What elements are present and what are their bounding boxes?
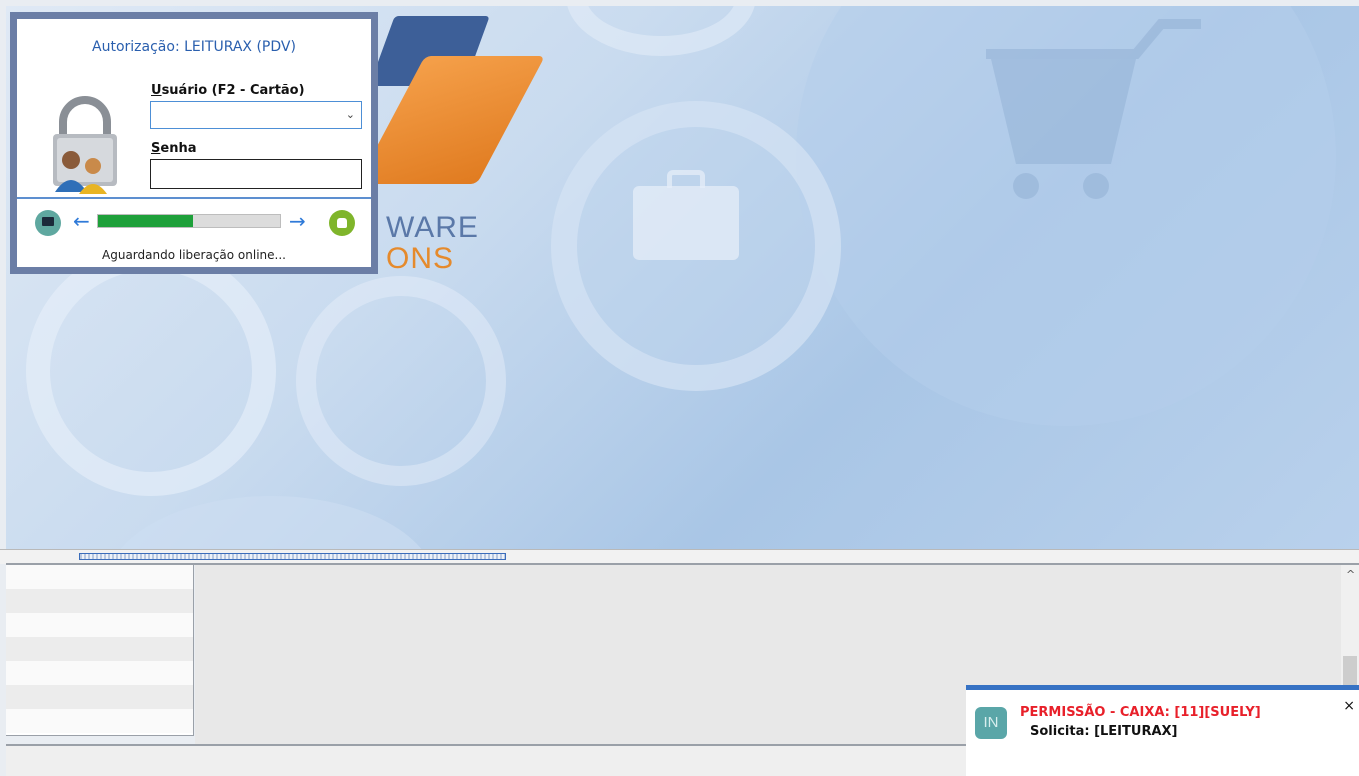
progress-fill <box>98 215 193 227</box>
dialog-body: Autorização: LEITURAX (PDV) Usuário (F2 … <box>17 19 371 267</box>
logo-text: WARE <box>386 211 479 244</box>
splitter-handle[interactable] <box>79 553 506 560</box>
list-item[interactable] <box>6 589 193 613</box>
padlock-users-icon <box>53 96 117 194</box>
arrow-left-icon: ← <box>73 209 90 233</box>
notification-title: PERMISSÃO - CAIXA: [11][SUELY] <box>1020 705 1261 720</box>
list-item[interactable] <box>6 709 193 733</box>
notification-subtitle: Solicita: [LEITURAX] <box>1030 724 1178 739</box>
dialog-title: Autorização: LEITURAX (PDV) <box>92 39 296 55</box>
shopping-cart-icon <box>986 19 1201 199</box>
list-item[interactable] <box>6 637 193 661</box>
divider <box>17 197 371 199</box>
user-combobox[interactable]: ⌄ <box>150 101 362 129</box>
password-label: Senha <box>151 141 197 156</box>
android-icon <box>329 210 355 236</box>
list-item[interactable] <box>6 685 193 709</box>
decor-circle <box>26 246 276 496</box>
list-item[interactable] <box>6 661 193 685</box>
arrow-right-icon: → <box>289 209 306 233</box>
chevron-down-icon[interactable]: ⌄ <box>346 108 355 121</box>
decor-circle <box>296 276 506 486</box>
authorization-dialog: Autorização: LEITURAX (PDV) Usuário (F2 … <box>10 12 378 274</box>
progress-bar <box>97 214 281 228</box>
side-list <box>6 565 194 736</box>
decor-circle <box>566 6 756 56</box>
user-label: Usuário (F2 - Cartão) <box>151 83 305 98</box>
decor-circle <box>106 496 436 549</box>
app-badge-icon: IN <box>975 707 1007 739</box>
computer-icon <box>35 210 61 236</box>
list-item[interactable] <box>6 565 193 589</box>
permission-notification[interactable]: IN PERMISSÃO - CAIXA: [11][SUELY] Solici… <box>966 685 1359 776</box>
status-strip <box>6 746 966 776</box>
close-icon[interactable]: × <box>1343 698 1355 714</box>
logo-text: ONS <box>386 242 455 275</box>
status-text: Aguardando liberação online... <box>102 248 286 262</box>
list-item[interactable] <box>6 613 193 637</box>
briefcase-icon <box>633 170 739 260</box>
scroll-up-icon[interactable]: ^ <box>1346 568 1355 581</box>
password-field[interactable] <box>150 159 362 189</box>
